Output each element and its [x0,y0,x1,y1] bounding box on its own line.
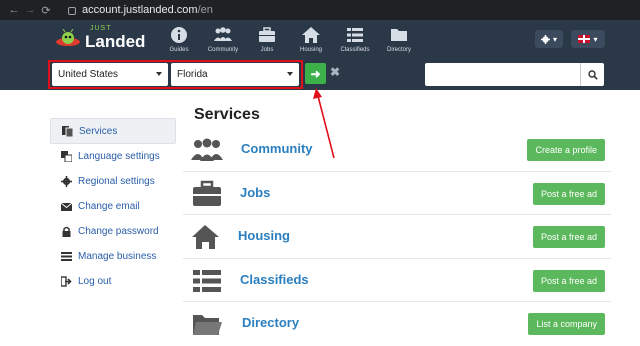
ufo-logo-icon [56,29,80,46]
sidebar-item-change-email[interactable]: Change email [50,194,176,219]
nav-classifieds-label: Classifieds [340,47,370,53]
service-name[interactable]: Directory [242,315,299,330]
language-icon [61,151,72,162]
sidebar-item-language-settings[interactable]: Language settings [50,144,176,169]
gear-icon [540,34,550,44]
service-row-community: Community Create a profile [183,128,611,172]
service-name[interactable]: Jobs [240,185,270,200]
nav-community-label: Community [207,47,239,53]
business-icon [61,252,72,261]
logo-landed: Landed [85,32,146,51]
info-icon [171,27,187,43]
folder-icon [193,315,222,335]
list-icon [347,28,363,42]
sidebar-item-label: Change password [78,226,159,237]
list-company-button[interactable]: List a company [528,313,605,335]
community-icon [191,138,223,161]
lock-icon [62,226,71,237]
back-icon[interactable]: ← [6,4,22,16]
service-name[interactable]: Classifieds [240,272,309,287]
service-name[interactable]: Community [241,141,313,156]
community-icon [214,27,232,41]
account-sidebar: Services Language settings Regional sett… [50,118,176,294]
envelope-icon [61,202,72,211]
service-row-jobs: Jobs Post a free ad [183,172,611,215]
nav-housing-label: Housing [299,47,322,53]
sidebar-item-services[interactable]: Services [50,118,176,144]
language-dropdown[interactable]: ▾ [571,30,605,48]
post-free-ad-button[interactable]: Post a free ad [532,226,605,248]
search-button[interactable] [580,63,604,86]
briefcase-icon [259,27,275,42]
service-row-housing: Housing Post a free ad [183,215,611,259]
page-title: Services [194,106,260,123]
search-input[interactable] [425,63,580,86]
nav-directory-label: Directory [386,47,411,53]
services-icon [62,125,73,137]
main-nav: Guides Community Jobs Housing Classified… [157,22,421,56]
lock-icon [68,7,76,15]
sidebar-item-label: Manage business [78,251,157,262]
nav-guides[interactable]: Guides [157,22,201,56]
location-bar: United States Florida ➜ ✖ [0,58,640,90]
nav-community[interactable]: Community [201,22,245,56]
site-header: JUST Landed Guides Community Jobs Housin… [0,20,640,58]
list-icon [193,269,221,292]
sidebar-item-log-out[interactable]: Log out [50,269,176,294]
nav-classifieds[interactable]: Classifieds [333,22,377,56]
sidebar-item-label: Change email [78,201,140,212]
url-host[interactable]: account.justlanded.com [82,4,198,16]
arrow-right-icon: ➜ [310,66,321,81]
home-icon [302,27,320,43]
post-free-ad-button[interactable]: Post a free ad [532,182,605,205]
go-button[interactable]: ➜ [305,63,326,84]
logo-just: JUST [90,25,112,32]
chevron-down-icon: ▾ [593,34,598,44]
sidebar-item-label: Log out [78,276,112,287]
nav-guides-label: Guides [169,47,189,53]
settings-dropdown[interactable]: ▾ [535,30,563,48]
reload-icon[interactable]: ⟳ [38,4,54,17]
sidebar-item-label: Regional settings [78,176,155,187]
home-icon [192,225,219,249]
post-free-ad-button[interactable]: Post a free ad [532,269,605,292]
sidebar-item-regional-settings[interactable]: Regional settings [50,169,176,194]
nav-jobs[interactable]: Jobs [245,22,289,56]
url-path[interactable]: /en [198,4,213,16]
nav-jobs-label: Jobs [260,47,274,53]
gear-icon [61,176,72,187]
nav-housing[interactable]: Housing [289,22,333,56]
service-name[interactable]: Housing [238,228,290,243]
service-row-directory: Directory List a company [183,302,611,346]
search-icon [587,69,598,80]
nav-directory[interactable]: Directory [377,22,421,56]
briefcase-icon [193,180,221,206]
sidebar-item-label: Language settings [78,151,160,162]
annotation-highlight-box [48,60,303,89]
services-list: Community Create a profile Jobs Post a f… [183,128,611,346]
chevron-down-icon: ▾ [552,34,557,44]
service-row-classifieds: Classifieds Post a free ad [183,259,611,302]
sidebar-item-change-password[interactable]: Change password [50,219,176,244]
logout-icon [61,276,72,287]
folder-icon [391,29,407,41]
create-profile-button[interactable]: Create a profile [527,139,605,161]
logo[interactable]: JUST Landed [55,23,155,55]
sidebar-item-manage-business[interactable]: Manage business [50,244,176,269]
sidebar-item-label: Services [79,125,118,137]
browser-toolbar: ← → ⟳ account.justlanded.com/en [0,0,640,20]
clear-icon[interactable]: ✖ [330,65,340,79]
forward-icon[interactable]: → [22,4,38,16]
uk-flag-icon [578,35,591,43]
